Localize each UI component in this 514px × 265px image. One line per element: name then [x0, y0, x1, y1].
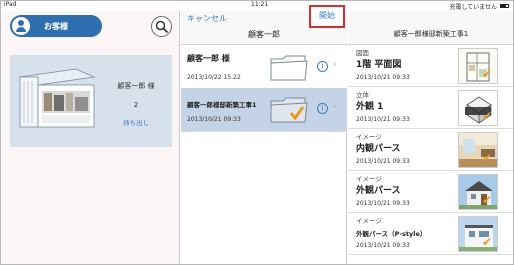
card-count: 2 [133, 101, 139, 109]
list-item[interactable]: 図面 1階 平面図 2013/10/21 09:33 ✔ [348, 45, 513, 87]
item-title: 内観パース [356, 144, 401, 154]
project-list-panel: キャンセル 開始 顧客一郎 顧客一郎 様 2013/10/22 15:22 i … [181, 5, 347, 264]
project-navbar: キャンセル 開始 顧客一郎 [181, 5, 347, 45]
item-category: 図面 [356, 49, 369, 57]
card-customer-name: 顧客一郎 様 [117, 82, 155, 90]
customer-button[interactable]: お客様 [10, 15, 102, 37]
person-icon [12, 17, 30, 35]
info-icon[interactable]: i [317, 61, 328, 72]
list-item[interactable]: 顧客一郎 様 2013/10/22 15:22 i › [181, 46, 347, 90]
list-item-name: 顧客一郎様邸新築工事1 [187, 101, 257, 109]
app-frame: iPad 11:21 充電していません お客様 顧客一郎 様 2 持ち出し キャ… [0, 0, 514, 265]
item-title: 外観 1 [356, 102, 384, 112]
customer-button-label: お客様 [44, 21, 68, 31]
item-date: 2013/10/21 09:33 [356, 116, 410, 123]
item-date: 2013/10/21 09:33 [356, 74, 410, 81]
list-item[interactable]: イメージ 外観パース 2013/10/21 09:33 ✔ [348, 171, 513, 213]
document-panel: 顧客一郎様邸新築工事1 図面 1階 平面図 2013/10/21 09:33 ✔… [348, 11, 513, 264]
item-category: 立体 [356, 91, 369, 99]
item-category: イメージ [356, 133, 382, 141]
item-date: 2013/10/21 09:33 [356, 200, 410, 207]
list-item-name: 顧客一郎 様 [187, 54, 230, 63]
chevron-right-icon: › [333, 60, 337, 70]
customer-panel: お客様 顧客一郎 様 2 持ち出し [2, 11, 180, 264]
list-item[interactable]: 顧客一郎様邸新築工事1 2013/10/21 09:33 i › [181, 88, 347, 132]
checkmark-icon: ✔ [482, 67, 493, 81]
chevron-right-icon: › [333, 102, 337, 112]
checkmark-icon: ✔ [482, 109, 493, 123]
battery-icon [500, 4, 509, 8]
list-item[interactable]: イメージ 内観パース 2013/10/21 09:33 ✔ [348, 129, 513, 171]
checkout-link[interactable]: 持ち出し [106, 117, 166, 127]
statusbar-battery: 充電していません [449, 1, 509, 11]
search-icon [155, 20, 169, 34]
list-item[interactable]: 立体 外観 1 2013/10/21 09:33 ✔ [348, 87, 513, 129]
checkmark-icon: ✔ [482, 193, 493, 207]
customer-card[interactable]: 顧客一郎 様 2 持ち出し [10, 55, 172, 147]
info-icon[interactable]: i [317, 103, 328, 114]
statusbar-device: iPad [4, 1, 17, 8]
document-navbar: 顧客一郎様邸新築工事1 [348, 11, 513, 45]
search-button[interactable] [151, 16, 172, 37]
item-date: 2013/10/21 09:33 [356, 158, 410, 165]
list-item-date: 2013/10/22 15:22 [187, 74, 241, 81]
checkmark-icon: ✔ [482, 235, 493, 249]
folder-icon [270, 97, 308, 123]
item-title: 外観パース（P-style） [356, 230, 427, 238]
checkmark-icon: ✔ [482, 151, 493, 165]
start-button[interactable]: 開始 [309, 5, 345, 28]
item-category: イメージ [356, 217, 382, 225]
binder-icon [18, 68, 96, 128]
statusbar-time: 11:21 [251, 1, 269, 8]
item-date: 2013/10/21 09:33 [356, 242, 410, 249]
project-list-title: 顧客一郎 [248, 30, 280, 39]
item-category: イメージ [356, 175, 382, 183]
item-title: 外観パース [356, 186, 401, 196]
cancel-button[interactable]: キャンセル [187, 13, 227, 24]
item-title: 1階 平面図 [356, 60, 402, 70]
list-item[interactable]: イメージ 外観パース（P-style） 2013/10/21 09:33 ✔ [348, 213, 513, 255]
charging-status: 充電していません [449, 3, 497, 11]
folder-icon [270, 55, 308, 81]
document-list-title: 顧客一郎様邸新築工事1 [393, 30, 469, 38]
list-item-date: 2013/10/21 09:33 [187, 116, 241, 123]
